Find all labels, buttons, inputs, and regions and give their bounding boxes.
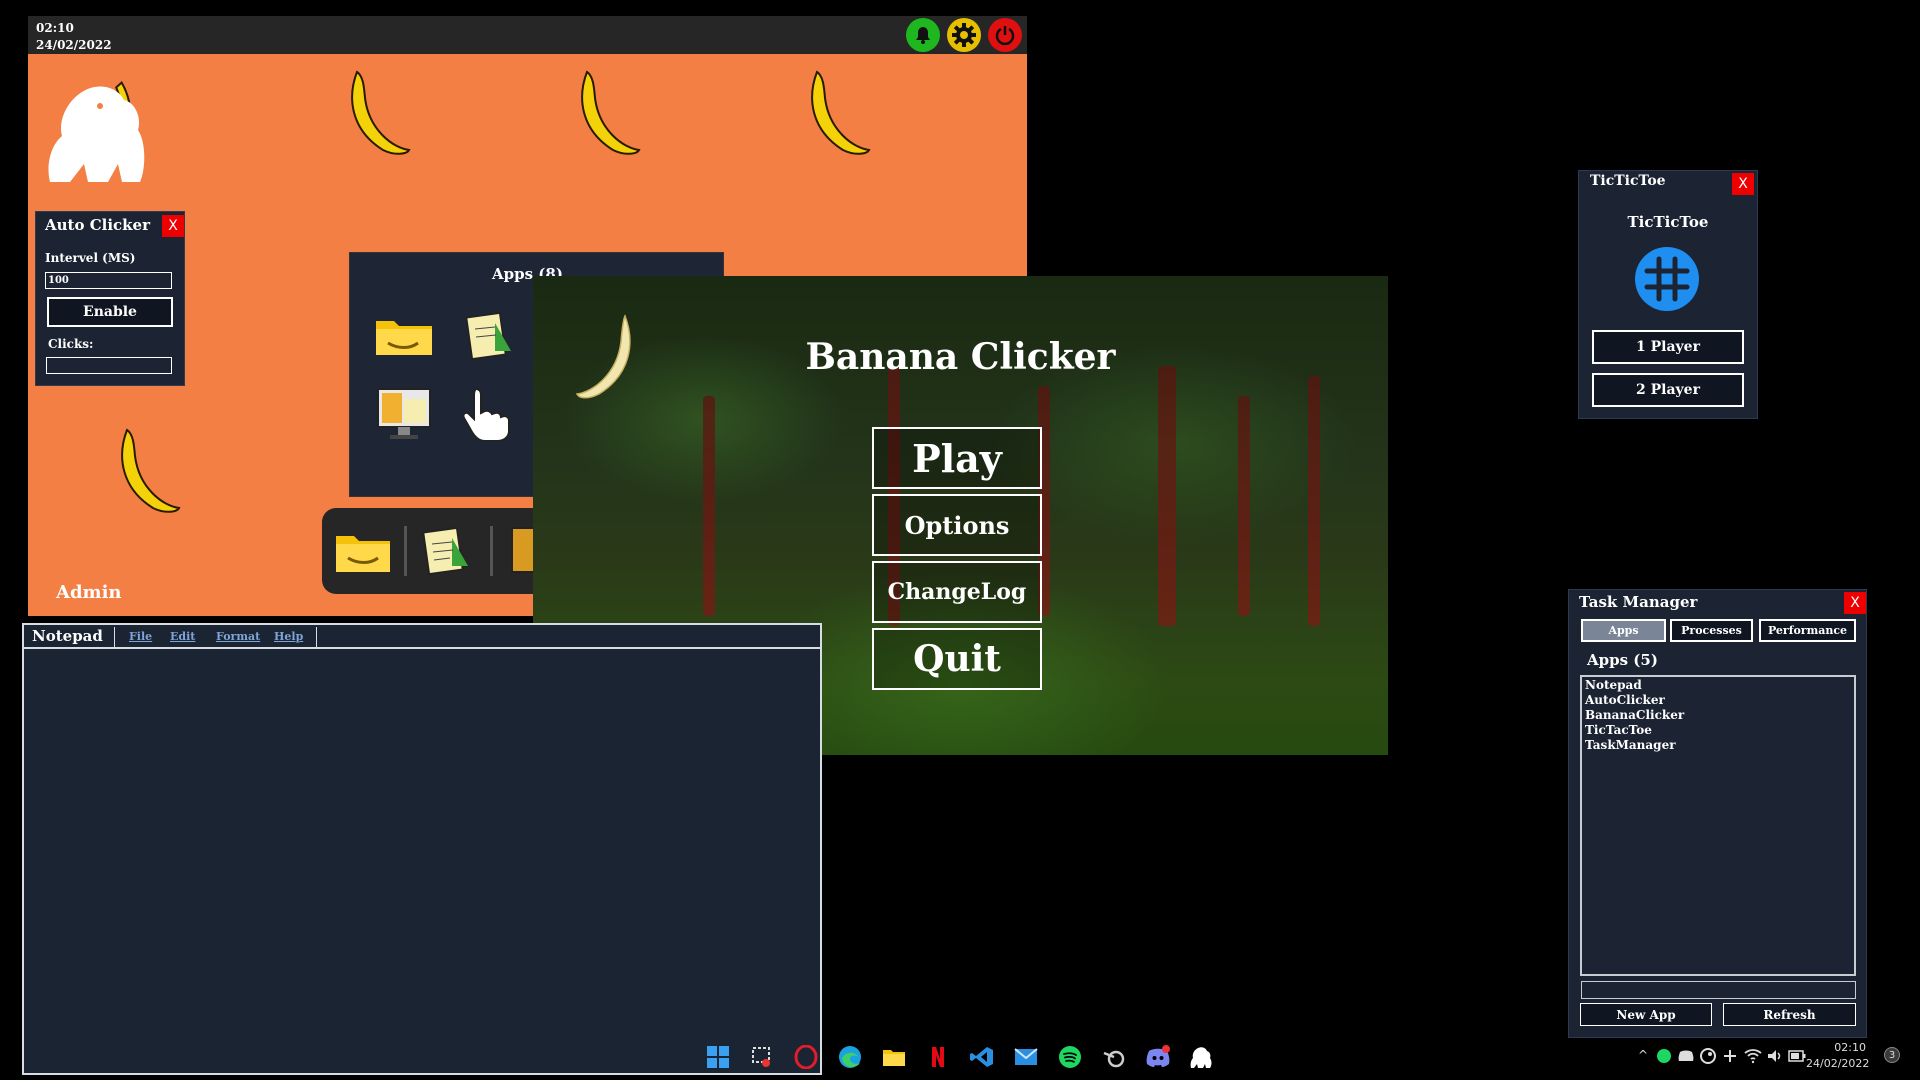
folder-icon[interactable] xyxy=(334,528,392,574)
autoclicker-window: Auto Clicker X Intervel (MS) Enable Clic… xyxy=(35,211,185,386)
clicks-label: Clicks: xyxy=(48,337,94,351)
options-button[interactable]: Options xyxy=(872,494,1042,556)
desktop-topbar: 02:10 24/02/2022 xyxy=(28,16,1027,54)
enable-button[interactable]: Enable xyxy=(47,297,173,327)
netflix-icon[interactable] xyxy=(925,1044,951,1070)
tictactoe-window-title: TicTicToe xyxy=(1590,173,1666,189)
opera-icon[interactable] xyxy=(793,1044,819,1070)
discord-tray-icon[interactable] xyxy=(1678,1048,1694,1064)
power-icon[interactable] xyxy=(988,18,1022,52)
tab-performance[interactable]: Performance xyxy=(1759,619,1856,642)
tictactoe-window: TicTicToe X TicTicToe 1 Player 2 Player xyxy=(1578,170,1758,419)
network-tray-icon[interactable] xyxy=(1722,1048,1738,1064)
banana-decoration xyxy=(121,428,181,513)
tab-apps[interactable]: Apps xyxy=(1581,619,1666,642)
hand-cursor-icon[interactable] xyxy=(458,381,518,441)
autoclicker-title: Auto Clicker xyxy=(45,216,151,234)
vscode-icon[interactable] xyxy=(969,1044,995,1070)
one-player-button[interactable]: 1 Player xyxy=(1592,330,1744,364)
tictactoe-heading: TicTicToe xyxy=(1627,213,1709,231)
notepad-title: Notepad xyxy=(32,627,103,645)
app-name-input[interactable] xyxy=(1581,981,1856,999)
wifi-icon[interactable] xyxy=(1744,1048,1762,1064)
list-item[interactable]: AutoClicker xyxy=(1585,693,1851,708)
notepad-text-area[interactable] xyxy=(28,653,816,1069)
close-button[interactable]: X xyxy=(162,215,184,237)
notepad-window: Notepad File Edit Format Help xyxy=(22,623,822,1075)
new-app-button[interactable]: New App xyxy=(1580,1003,1712,1026)
tab-processes[interactable]: Processes xyxy=(1670,619,1753,642)
gear-icon[interactable] xyxy=(947,18,981,52)
notepad-icon[interactable] xyxy=(465,309,515,361)
clicks-value xyxy=(46,357,172,374)
system-tray: ^ xyxy=(1628,1042,1806,1072)
battery-icon[interactable] xyxy=(1788,1049,1806,1063)
taskbar xyxy=(705,1040,1225,1074)
gorilla-logo xyxy=(48,81,145,182)
banana-decoration xyxy=(581,70,641,155)
topbar-time: 02:10 xyxy=(36,21,74,35)
menu-format[interactable]: Format xyxy=(216,630,260,643)
task-manager-title: Task Manager xyxy=(1579,593,1698,611)
spotify-icon[interactable] xyxy=(1057,1044,1083,1070)
list-item[interactable]: Notepad xyxy=(1585,678,1851,693)
folder-icon[interactable] xyxy=(374,315,434,357)
start-icon[interactable] xyxy=(705,1044,731,1070)
steam-tray-icon[interactable] xyxy=(1700,1048,1716,1064)
grid-icon xyxy=(1635,247,1699,311)
bell-icon[interactable] xyxy=(906,18,940,52)
close-button[interactable]: X xyxy=(1732,173,1754,195)
menu-help[interactable]: Help xyxy=(274,630,303,643)
snipping-tool-icon[interactable] xyxy=(749,1044,775,1070)
quit-button[interactable]: Quit xyxy=(872,628,1042,690)
taskbar-date: 24/02/2022 xyxy=(1806,1057,1870,1070)
apps-list[interactable]: Notepad AutoClicker BananaClicker TicTac… xyxy=(1580,675,1856,976)
spotify-tray-icon[interactable] xyxy=(1656,1048,1672,1064)
gorilla-app-icon[interactable] xyxy=(1189,1044,1215,1070)
list-item[interactable]: TicTacToe xyxy=(1585,723,1851,738)
close-button[interactable]: X xyxy=(1844,592,1866,614)
menu-edit[interactable]: Edit xyxy=(170,630,195,643)
display-settings-icon[interactable] xyxy=(376,387,432,441)
task-manager-window: Task Manager X Apps Processes Performanc… xyxy=(1568,589,1867,1038)
topbar-date: 24/02/2022 xyxy=(36,38,112,52)
taskbar-time: 02:10 xyxy=(1834,1041,1866,1054)
discord-icon[interactable] xyxy=(1145,1044,1171,1070)
blender-icon[interactable] xyxy=(1101,1044,1127,1070)
menu-file[interactable]: File xyxy=(129,630,152,643)
list-item[interactable]: TaskManager xyxy=(1585,738,1851,753)
apps-list-heading: Apps (5) xyxy=(1587,651,1658,669)
play-button[interactable]: Play xyxy=(872,427,1042,489)
notepad-titlebar: Notepad File Edit Format Help xyxy=(24,625,820,649)
notification-badge[interactable]: 3 xyxy=(1884,1047,1900,1063)
changelog-button[interactable]: ChangeLog xyxy=(872,561,1042,623)
notepad-icon[interactable] xyxy=(422,524,472,576)
banana-decoration xyxy=(811,70,871,155)
refresh-button[interactable]: Refresh xyxy=(1723,1003,1856,1026)
edge-icon[interactable] xyxy=(837,1044,863,1070)
chevron-up-icon[interactable]: ^ xyxy=(1638,1048,1648,1062)
mail-icon[interactable] xyxy=(1013,1044,1039,1070)
user-name: Admin xyxy=(56,582,122,603)
interval-label: Intervel (MS) xyxy=(45,251,136,265)
volume-icon[interactable] xyxy=(1766,1048,1784,1064)
interval-input[interactable] xyxy=(45,272,172,289)
banana-decoration xyxy=(351,70,411,155)
list-item[interactable]: BananaClicker xyxy=(1585,708,1851,723)
file-explorer-icon[interactable] xyxy=(881,1044,907,1070)
two-player-button[interactable]: 2 Player xyxy=(1592,373,1744,407)
banana-clicker-title: Banana Clicker xyxy=(805,336,1116,378)
